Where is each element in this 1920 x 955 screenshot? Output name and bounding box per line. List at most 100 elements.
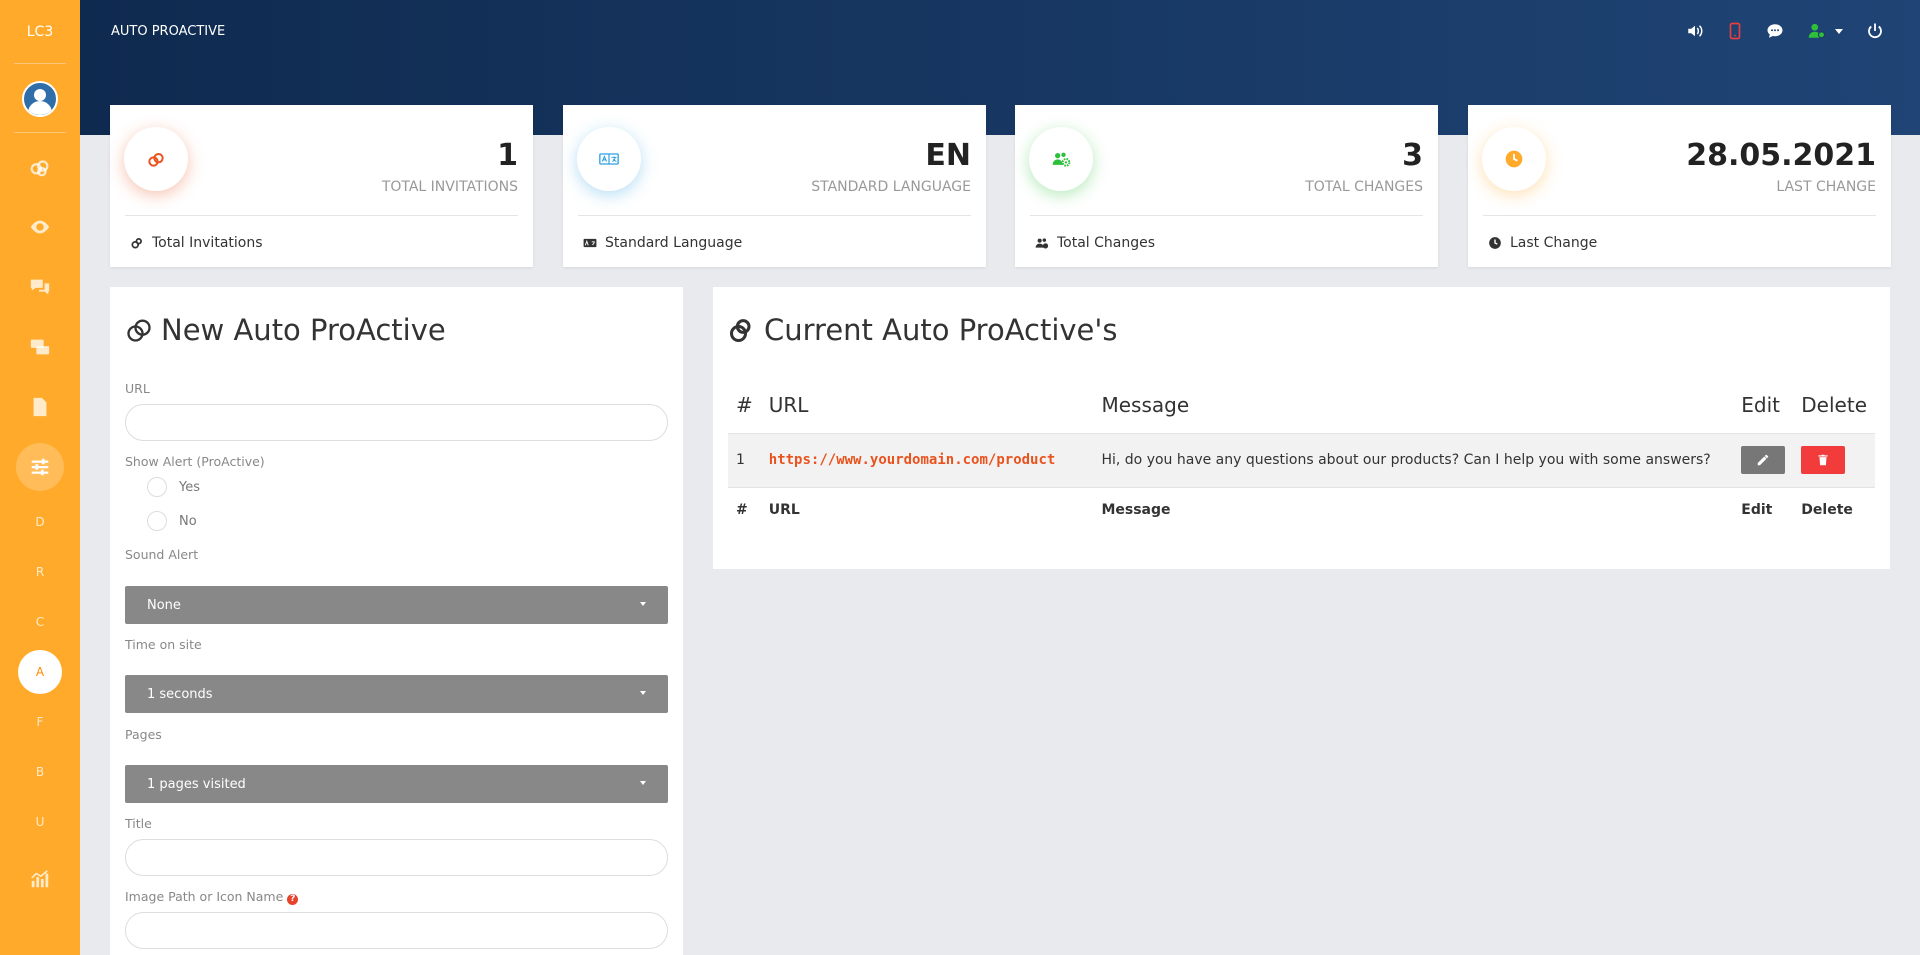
stat-footer-label: Total Changes: [1057, 235, 1156, 251]
stat-divider: [125, 215, 518, 216]
sidebar-letter-a[interactable]: A: [0, 647, 80, 697]
sidebar-item-settings[interactable]: [16, 443, 64, 491]
sidebar-letter-label: C: [35, 615, 45, 629]
chat-button[interactable]: [1766, 20, 1784, 42]
title-label: Title: [125, 816, 152, 831]
row-url: https://www.yourdomain.com/product: [760, 432, 1094, 487]
sidebar: LC3 D R C A F B U: [0, 0, 80, 955]
caret-down-icon: [640, 781, 646, 785]
users-gear-icon: [1035, 238, 1049, 249]
user-status-icon: [1808, 23, 1826, 39]
url-input[interactable]: [125, 404, 668, 441]
avatar[interactable]: [22, 81, 58, 117]
pencil-icon: [1758, 454, 1769, 466]
new-autoproactive-panel: New Auto ProActive URL Show Alert (ProAc…: [110, 287, 683, 955]
table-header-row: # URL Message Edit Delete: [728, 377, 1875, 433]
stat-card-language: EN STANDARD LANGUAGE Standard Language: [563, 105, 986, 267]
sidebar-letter-u[interactable]: U: [0, 797, 80, 847]
sound-alert-select[interactable]: None: [125, 586, 668, 624]
pages-label: Pages: [125, 727, 162, 742]
caret-down-icon: [1835, 29, 1843, 34]
edit-button[interactable]: [1741, 446, 1786, 474]
stat-value: 1: [497, 138, 518, 173]
caret-down-icon: [640, 691, 646, 695]
stat-footer-label: Total Invitations: [152, 235, 263, 251]
stat-icon-circle: [577, 127, 641, 191]
col-message: Message: [1101, 392, 1190, 417]
sidebar-letter-label: F: [36, 715, 44, 729]
sidebar-item-chats[interactable]: [16, 263, 64, 311]
eye-icon: [30, 220, 50, 234]
autoproactive-table: # URL Message Edit Delete 1 https://www.…: [728, 377, 1875, 533]
stat-footer: Total Invitations: [130, 235, 263, 251]
user-status-dropdown[interactable]: [1806, 20, 1844, 42]
col-delete: Delete: [1801, 392, 1867, 417]
users-gear-icon: [1052, 152, 1071, 167]
sliders-icon: [31, 458, 49, 476]
stat-value: EN: [925, 138, 971, 173]
sidebar-letter-label: R: [35, 565, 45, 579]
delete-button[interactable]: [1801, 446, 1846, 474]
speaker-icon: [1688, 25, 1703, 37]
mobile-button[interactable]: [1726, 20, 1744, 42]
foot-num: #: [728, 486, 761, 533]
pages-select[interactable]: 1 pages visited: [125, 765, 668, 803]
sound-alert-value: None: [147, 597, 181, 613]
pages-value: 1 pages visited: [147, 776, 246, 792]
mobile-icon: [1729, 22, 1741, 40]
sidebar-item-documents[interactable]: [16, 383, 64, 431]
sound-button[interactable]: [1686, 20, 1704, 42]
sidebar-item-tickets[interactable]: [16, 323, 64, 371]
stat-icon-circle: [124, 127, 188, 191]
power-icon: [1868, 23, 1882, 39]
row-delete: [1793, 432, 1875, 487]
language-icon: [583, 238, 597, 248]
ticket-icon: [30, 339, 50, 355]
stat-label: TOTAL CHANGES: [1305, 179, 1423, 195]
sidebar-letter-f[interactable]: F: [0, 697, 80, 747]
stat-value: 28.05.2021: [1686, 138, 1876, 173]
help-icon[interactable]: ?: [287, 893, 299, 905]
rings-icon: [729, 319, 751, 343]
sidebar-item-invitations[interactable]: [16, 143, 64, 191]
clock-icon: [1489, 237, 1501, 249]
sidebar-letter-label: A: [18, 650, 62, 694]
stat-footer: Standard Language: [583, 235, 742, 251]
list-title-text: Current Auto ProActive's: [764, 313, 1118, 347]
time-on-site-label: Time on site: [125, 637, 202, 652]
rings-icon: [148, 153, 164, 167]
row-url-link[interactable]: https://www.yourdomain.com/product: [769, 452, 1056, 468]
sidebar-letter-d[interactable]: D: [0, 497, 80, 547]
chart-icon: [31, 870, 49, 888]
sidebar-logo[interactable]: LC3: [14, 0, 66, 64]
sidebar-item-statistics[interactable]: [16, 855, 64, 903]
show-alert-yes[interactable]: Yes: [147, 477, 200, 497]
stat-divider: [1483, 215, 1876, 216]
stat-value: 3: [1402, 138, 1423, 173]
foot-edit: Edit: [1733, 486, 1794, 533]
row-message: Hi, do you have any questions about our …: [1093, 432, 1734, 487]
radio-no[interactable]: [147, 511, 167, 531]
sidebar-letter-r[interactable]: R: [0, 547, 80, 597]
stat-icon-circle: [1482, 127, 1546, 191]
image-path-input[interactable]: [125, 912, 668, 949]
time-on-site-select[interactable]: 1 seconds: [125, 675, 668, 713]
logout-button[interactable]: [1866, 20, 1884, 42]
sidebar-letter-b[interactable]: B: [0, 747, 80, 797]
radio-yes[interactable]: [147, 477, 167, 497]
current-autoproactive-panel: Current Auto ProActive's # URL Message E…: [713, 287, 1890, 569]
show-alert-no[interactable]: No: [147, 511, 197, 531]
sidebar-item-monitor[interactable]: [16, 203, 64, 251]
sidebar-letter-label: U: [35, 815, 45, 829]
stat-footer: Total Changes: [1035, 235, 1155, 251]
sidebar-letter-c[interactable]: C: [0, 597, 80, 647]
chat-icon: [30, 279, 50, 295]
title-input[interactable]: [125, 839, 668, 876]
stat-card-invitations: 1 TOTAL INVITATIONS Total Invitations: [110, 105, 533, 267]
stat-label: STANDARD LANGUAGE: [811, 179, 971, 195]
url-label: URL: [125, 381, 150, 396]
foot-delete: Delete: [1793, 486, 1875, 533]
foot-url: URL: [760, 486, 1094, 533]
foot-message: Message: [1093, 486, 1734, 533]
trash-icon: [1818, 454, 1828, 466]
